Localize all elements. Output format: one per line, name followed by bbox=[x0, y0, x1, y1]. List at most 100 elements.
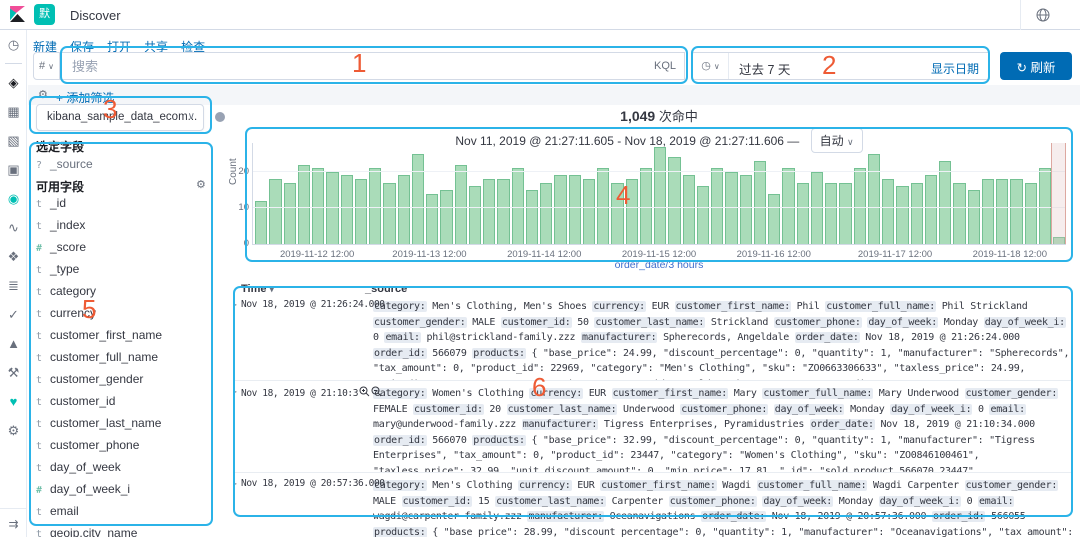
histogram-bar[interactable] bbox=[768, 194, 780, 245]
histogram-bar[interactable] bbox=[911, 183, 923, 244]
field-item-source[interactable]: ?_source bbox=[36, 157, 93, 171]
field-item-_index[interactable]: t_index bbox=[36, 218, 211, 240]
help-globe-icon[interactable] bbox=[1036, 8, 1050, 25]
histogram-bar[interactable] bbox=[284, 183, 296, 244]
table-row[interactable]: ▸Nov 18, 2019 @ 21:10:3category: Women's… bbox=[233, 380, 1073, 472]
histogram-bar[interactable] bbox=[554, 175, 566, 244]
query-language-button[interactable]: KQL bbox=[654, 60, 676, 72]
field-item-geoip.city_name[interactable]: tgeoip.city_name bbox=[36, 526, 211, 537]
histogram-bar[interactable] bbox=[426, 194, 438, 245]
histogram-bar[interactable] bbox=[868, 154, 880, 244]
search-input[interactable] bbox=[72, 54, 632, 78]
field-name-badge: email: bbox=[384, 332, 420, 343]
nav-recently-viewed-icon[interactable]: ◷ bbox=[0, 30, 27, 59]
histogram-bar[interactable] bbox=[440, 190, 452, 244]
kibana-logo-icon[interactable] bbox=[9, 6, 26, 28]
collapse-sidebar-icon[interactable] bbox=[215, 112, 225, 122]
histogram-bar[interactable] bbox=[383, 183, 395, 244]
x-axis-title[interactable]: order_date/3 hours bbox=[252, 259, 1066, 271]
histogram-bar[interactable] bbox=[455, 165, 467, 244]
field-item-currency[interactable]: tcurrency bbox=[36, 306, 211, 328]
field-item-day_of_week_i[interactable]: #day_of_week_i bbox=[36, 482, 211, 504]
table-row[interactable]: ▸Nov 18, 2019 @ 21:26:24.000category: Me… bbox=[233, 294, 1073, 380]
histogram-bar[interactable] bbox=[797, 183, 809, 244]
nav-machine-learning-icon[interactable]: ∿ bbox=[0, 213, 27, 242]
histogram-bar[interactable] bbox=[569, 175, 581, 244]
zoom-in-icon[interactable] bbox=[359, 386, 370, 397]
nav-discover-icon[interactable]: ◈ bbox=[0, 68, 27, 97]
field-item-customer_gender[interactable]: tcustomer_gender bbox=[36, 372, 211, 394]
histogram-bar[interactable] bbox=[939, 161, 951, 244]
histogram-bar[interactable] bbox=[697, 186, 709, 244]
field-item-customer_last_name[interactable]: tcustomer_last_name bbox=[36, 416, 211, 438]
source-cell: category: Men's Clothing currency: EUR c… bbox=[373, 478, 1073, 537]
histogram-bar[interactable] bbox=[412, 154, 424, 244]
histogram-bar[interactable] bbox=[398, 175, 410, 244]
time-range-value[interactable]: 过去 7 天 bbox=[739, 59, 790, 78]
histogram[interactable]: 01020 bbox=[252, 143, 1066, 245]
nav-maps-icon[interactable]: ◉ bbox=[0, 184, 27, 213]
histogram-bar[interactable] bbox=[341, 175, 353, 244]
nav-dashboard-icon[interactable]: ▧ bbox=[0, 126, 27, 155]
histogram-bar[interactable] bbox=[298, 165, 310, 244]
histogram-bar[interactable] bbox=[740, 175, 752, 244]
field-item-day_of_week[interactable]: tday_of_week bbox=[36, 460, 211, 482]
histogram-bar[interactable] bbox=[355, 179, 367, 244]
histogram-bar[interactable] bbox=[882, 179, 894, 244]
expand-row-icon[interactable]: ▸ bbox=[233, 387, 237, 396]
nav-graph-icon[interactable]: ❖ bbox=[0, 242, 27, 271]
histogram-bar[interactable] bbox=[483, 179, 495, 244]
field-item-customer_id[interactable]: tcustomer_id bbox=[36, 394, 211, 416]
histogram-bar[interactable] bbox=[925, 175, 937, 244]
field-settings-gear-icon[interactable]: ⚙ bbox=[196, 178, 206, 191]
nav-visualize-icon[interactable]: ▦ bbox=[0, 97, 27, 126]
histogram-bar[interactable] bbox=[497, 179, 509, 244]
nav-dev-tools-icon[interactable]: ⚒ bbox=[0, 358, 27, 387]
time-picker-quick-menu[interactable]: ◷ ∨ bbox=[693, 53, 729, 79]
histogram-bar[interactable] bbox=[1010, 179, 1022, 244]
field-item-email[interactable]: temail bbox=[36, 504, 211, 526]
nav-management-icon[interactable]: ⚙ bbox=[0, 416, 27, 445]
space-badge[interactable]: 默 bbox=[34, 4, 55, 25]
field-item-customer_full_name[interactable]: tcustomer_full_name bbox=[36, 350, 211, 372]
histogram-bar[interactable] bbox=[540, 183, 552, 244]
nav-siem-icon[interactable]: ▲ bbox=[0, 329, 27, 358]
histogram-bar[interactable] bbox=[269, 179, 281, 244]
histogram-bar[interactable] bbox=[469, 186, 481, 244]
histogram-bar[interactable] bbox=[968, 190, 980, 244]
collapse-nav-icon[interactable]: ⇉ bbox=[0, 508, 27, 531]
field-item-_score[interactable]: #_score bbox=[36, 240, 211, 262]
histogram-bar[interactable] bbox=[683, 175, 695, 244]
expand-row-icon[interactable]: ▸ bbox=[233, 479, 237, 488]
field-item-category[interactable]: tcategory bbox=[36, 284, 211, 306]
histogram-bar[interactable] bbox=[982, 179, 994, 244]
show-dates-button[interactable]: 显示日期 bbox=[931, 60, 979, 77]
field-item-_type[interactable]: t_type bbox=[36, 262, 211, 284]
saved-query-menu-button[interactable]: # ∨ bbox=[33, 52, 60, 80]
zoom-out-icon[interactable] bbox=[371, 386, 382, 397]
filter-options-gear-icon[interactable]: ⚙ bbox=[38, 88, 48, 101]
histogram-bar[interactable] bbox=[996, 179, 1008, 244]
field-item-customer_first_name[interactable]: tcustomer_first_name bbox=[36, 328, 211, 350]
histogram-bar[interactable] bbox=[839, 183, 851, 244]
histogram-bar[interactable] bbox=[583, 179, 595, 244]
expand-row-icon[interactable]: ▸ bbox=[233, 300, 237, 309]
histogram-bar[interactable] bbox=[654, 147, 666, 244]
nav-stack-monitoring-icon[interactable]: ♥ bbox=[0, 387, 27, 416]
histogram-bar[interactable] bbox=[611, 183, 623, 244]
histogram-bar[interactable] bbox=[825, 183, 837, 244]
field-item-_id[interactable]: t_id bbox=[36, 196, 211, 218]
histogram-bar[interactable] bbox=[1025, 183, 1037, 244]
table-row[interactable]: ▸Nov 18, 2019 @ 20:57:36.000category: Me… bbox=[233, 472, 1073, 537]
histogram-bar[interactable] bbox=[626, 179, 638, 244]
nav-canvas-icon[interactable]: ▣ bbox=[0, 155, 27, 184]
nav-metrics-icon[interactable]: ≣ bbox=[0, 271, 27, 300]
histogram-bar[interactable] bbox=[754, 161, 766, 244]
histogram-bar[interactable] bbox=[526, 190, 538, 244]
histogram-bar[interactable] bbox=[896, 186, 908, 244]
index-pattern-select[interactable]: kibana_sample_data_ecom... ∨ bbox=[36, 104, 204, 131]
nav-uptime-icon[interactable]: ✓ bbox=[0, 300, 27, 329]
field-item-customer_phone[interactable]: tcustomer_phone bbox=[36, 438, 211, 460]
refresh-button[interactable]: ↻ 刷新 bbox=[1000, 52, 1072, 80]
histogram-bar[interactable] bbox=[953, 183, 965, 244]
